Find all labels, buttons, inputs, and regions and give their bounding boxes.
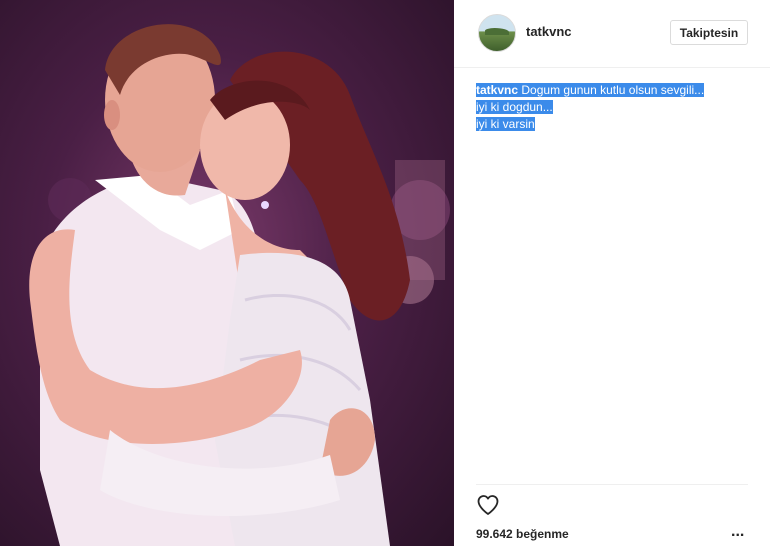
post-caption: tatkvnc Dogum gunun kutlu olsun sevgili.… [476,82,756,133]
post-photo[interactable] [0,0,454,546]
caption-line-3: iyi ki varsin [476,116,756,133]
caption-text-2: iyi ki dogdun... [476,100,553,114]
couple-photo-illustration [29,24,450,546]
avatar[interactable] [478,14,516,52]
more-options-icon[interactable]: ... [731,524,744,540]
caption-text-1: Dogum gunun kutlu olsun sevgili... [521,83,705,97]
post-side-panel: tatkvnc Takiptesin tatkvnc Dogum gunun k… [454,0,770,546]
post-header: tatkvnc Takiptesin [454,0,770,68]
heart-outline-icon[interactable] [476,493,500,517]
caption-line-1: tatkvnc Dogum gunun kutlu olsun sevgili.… [476,82,756,99]
caption-text-3: iyi ki varsin [476,117,535,131]
username-link[interactable]: tatkvnc [526,24,572,39]
caption-line-2: iyi ki dogdun... [476,99,756,116]
following-button[interactable]: Takiptesin [670,20,748,45]
actions-divider [476,484,748,485]
likes-count[interactable]: 99.642 beğenme [476,527,569,541]
caption-username[interactable]: tatkvnc [476,83,519,97]
